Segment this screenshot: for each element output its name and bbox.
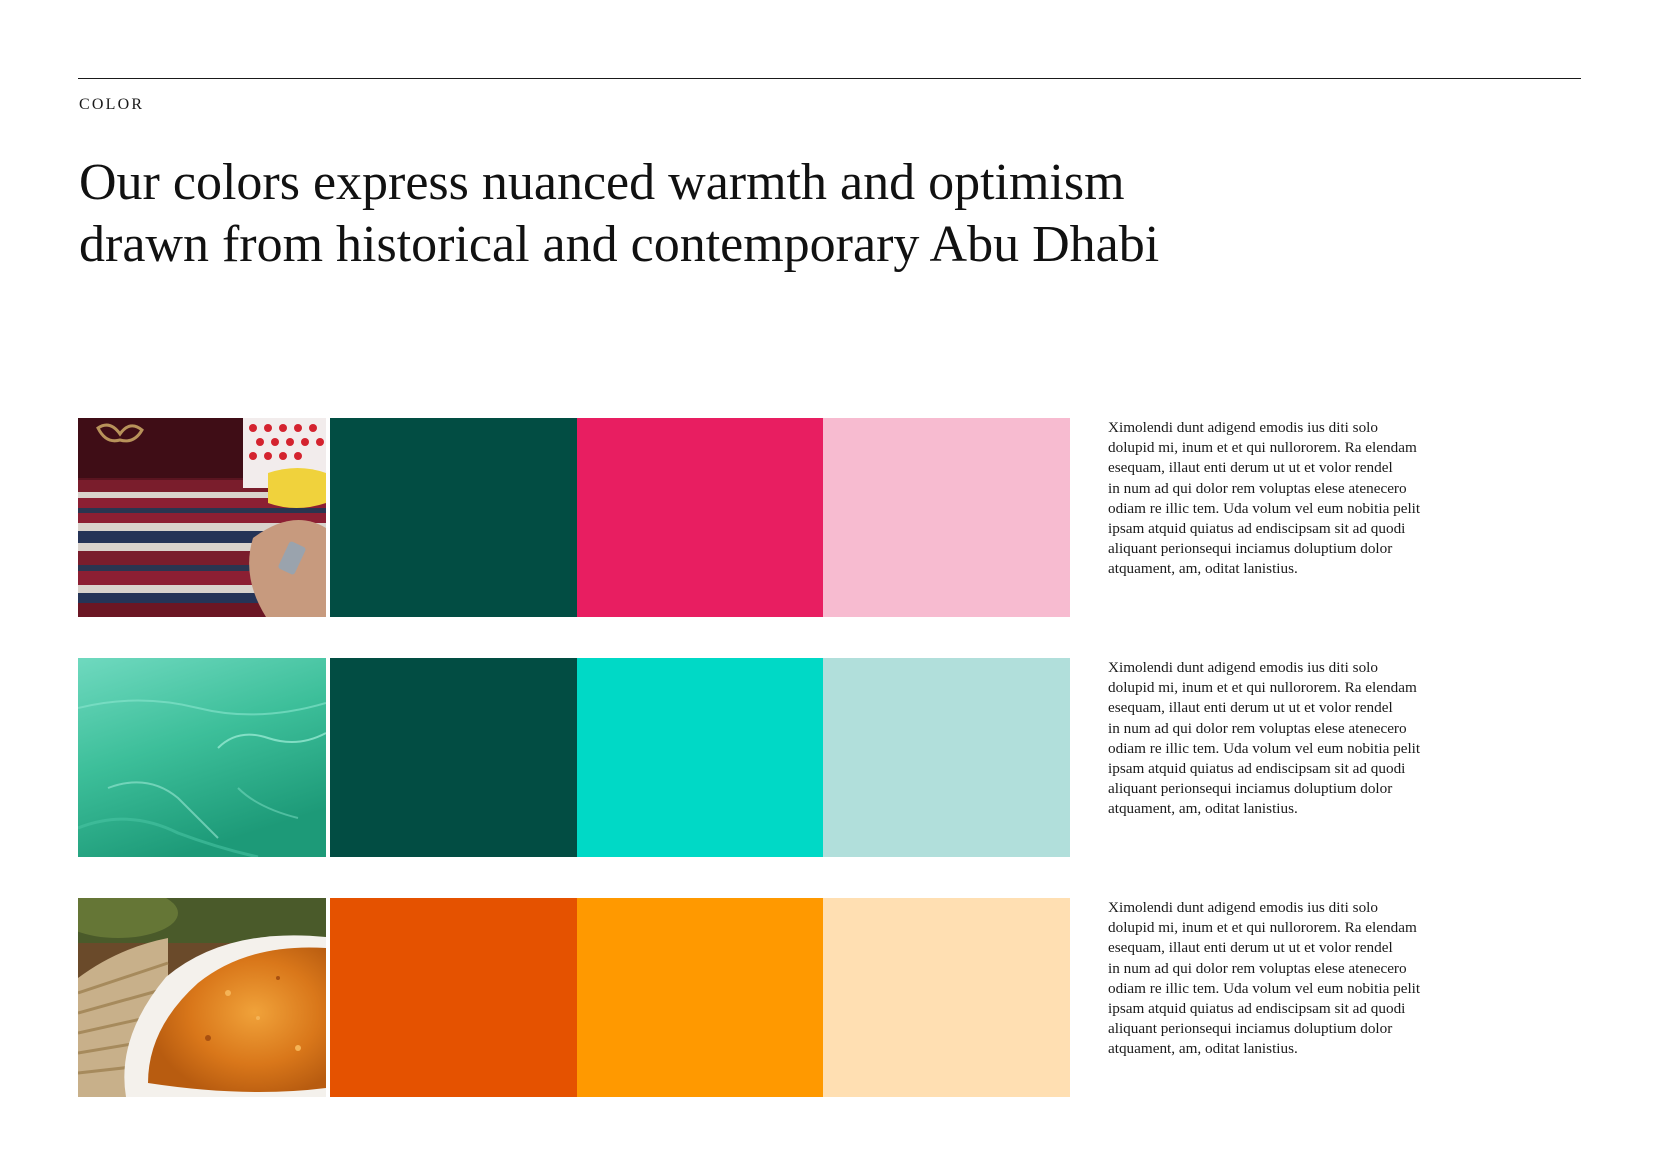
textile-pattern-image <box>78 418 326 617</box>
swatch-turquoise <box>577 658 823 857</box>
swatch-deep-orange <box>330 898 577 1097</box>
description-line: odiam re illic tem. Uda volum vel eum no… <box>1108 499 1421 517</box>
description-line: in num ad qui dolor rem voluptas elese a… <box>1108 959 1407 977</box>
description-line: ipsam atquid quiatus ad endiscipsam sit … <box>1108 520 1406 538</box>
description-line: esequam, illaut enti derum ut ut et volo… <box>1108 459 1393 477</box>
palette-row-spice: Ximolendi dunt adigend emodis ius diti s… <box>78 898 1578 1097</box>
description-line: atquament, am, oditat lanistius. <box>1108 1040 1298 1058</box>
swatch-light-aqua <box>823 658 1070 857</box>
description-line: odiam re illic tem. Uda volum vel eum no… <box>1108 739 1421 757</box>
description-line: dolupid mi, inum et et qui nullororem. R… <box>1108 439 1417 457</box>
palette-row-textile: Ximolendi dunt adigend emodis ius diti s… <box>78 418 1578 617</box>
description-line: dolupid mi, inum et et qui nullororem. R… <box>1108 919 1417 937</box>
description-line: in num ad qui dolor rem voluptas elese a… <box>1108 719 1407 737</box>
headline-line-1: Our colors express nuanced warmth and op… <box>79 154 1125 211</box>
spice-bowl-image <box>78 898 326 1097</box>
swatch-pink-magenta <box>577 418 823 617</box>
sea-water-image <box>78 658 326 857</box>
description-line: Ximolendi dunt adigend emodis ius diti s… <box>1108 899 1378 916</box>
headline-line-2: drawn from historical and contemporary A… <box>79 216 1160 273</box>
top-divider <box>78 78 1581 79</box>
swatch-light-peach <box>823 898 1070 1097</box>
description-line: aliquant perionsequi inciamus doluptium … <box>1108 1020 1393 1038</box>
swatch-dark-green <box>330 658 577 857</box>
swatch-dark-green <box>330 418 577 617</box>
page-headline: Our colors express nuanced warmth and op… <box>79 152 1279 276</box>
swatch-amber-orange <box>577 898 823 1097</box>
palette-description: Ximolendi dunt adigend emodis ius diti s… <box>1108 658 1508 820</box>
description-line: Ximolendi dunt adigend emodis ius diti s… <box>1108 659 1378 676</box>
description-line: atquament, am, oditat lanistius. <box>1108 800 1298 818</box>
description-line: ipsam atquid quiatus ad endiscipsam sit … <box>1108 760 1406 778</box>
palette-description: Ximolendi dunt adigend emodis ius diti s… <box>1108 418 1508 580</box>
description-line: Ximolendi dunt adigend emodis ius diti s… <box>1108 419 1378 436</box>
description-line: odiam re illic tem. Uda volum vel eum no… <box>1108 979 1421 997</box>
description-line: esequam, illaut enti derum ut ut et volo… <box>1108 699 1393 717</box>
description-line: in num ad qui dolor rem voluptas elese a… <box>1108 479 1407 497</box>
section-label: COLOR <box>79 96 145 113</box>
description-line: atquament, am, oditat lanistius. <box>1108 560 1298 578</box>
palette-description: Ximolendi dunt adigend emodis ius diti s… <box>1108 898 1508 1060</box>
description-line: aliquant perionsequi inciamus doluptium … <box>1108 780 1393 798</box>
description-line: ipsam atquid quiatus ad endiscipsam sit … <box>1108 1000 1406 1018</box>
description-line: aliquant perionsequi inciamus doluptium … <box>1108 540 1393 558</box>
swatch-light-pink <box>823 418 1070 617</box>
description-line: dolupid mi, inum et et qui nullororem. R… <box>1108 679 1417 697</box>
description-line: esequam, illaut enti derum ut ut et volo… <box>1108 939 1393 957</box>
palette-row-sea: Ximolendi dunt adigend emodis ius diti s… <box>78 658 1578 857</box>
